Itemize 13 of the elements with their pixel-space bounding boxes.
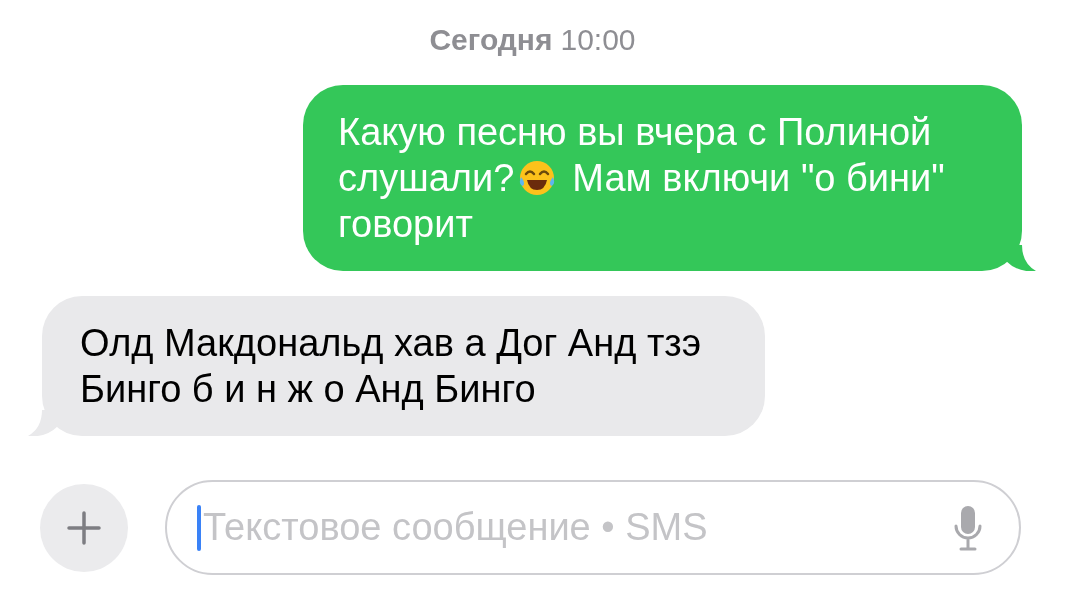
timestamp-time: 10:00 bbox=[560, 22, 636, 58]
message-text: слушали? bbox=[338, 156, 515, 201]
laughing-emoji-icon bbox=[518, 159, 557, 197]
text-message-field[interactable]: Текстовое сообщение • SMS bbox=[165, 480, 1021, 575]
timestamp-day: Сегодня bbox=[429, 22, 553, 58]
message-text: говорит bbox=[338, 202, 473, 247]
message-text: Олд Макдональд хав а Дог Анд тзэ Бинго б и н ж о Анд Бинго bbox=[80, 322, 702, 410]
message-input-field[interactable]: Текстовое сообщение • SMS bbox=[203, 499, 953, 556]
text-cursor bbox=[197, 504, 201, 551]
plus-icon bbox=[67, 510, 101, 545]
microphone-icon[interactable] bbox=[953, 504, 983, 551]
message-text: Какую песню вы вчера с Полиной bbox=[338, 110, 932, 155]
message-text: Мам включи "о бини" bbox=[572, 156, 945, 201]
